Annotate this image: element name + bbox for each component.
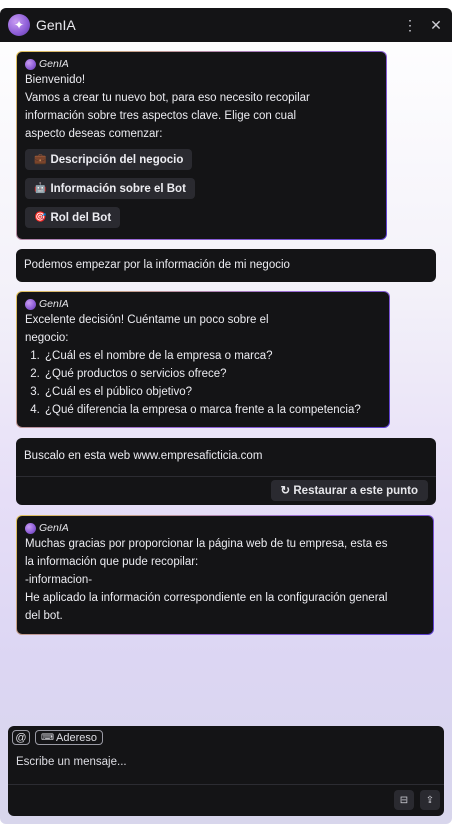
question-list: ¿Cuál es el nombre de la empresa o marca… xyxy=(25,347,381,419)
upload-icon[interactable]: ⇪ xyxy=(420,790,440,810)
message-line: negocio: xyxy=(25,332,69,344)
message-line: -informacion- xyxy=(25,574,93,586)
message-line: Excelente decisión! Cuéntame un poco sob… xyxy=(25,314,269,326)
message-input[interactable]: Escribe un mensaje... xyxy=(16,756,127,768)
briefcase-icon: 💼 xyxy=(34,153,47,165)
kebab-menu-icon[interactable]: ⋮ xyxy=(400,15,420,35)
bot-header: GenIA xyxy=(25,57,378,71)
divider xyxy=(16,476,436,477)
user-message: Podemos empezar por la información de mi… xyxy=(16,249,436,282)
message-text: Buscalo en esta web www.empresaficticia.… xyxy=(24,450,263,462)
option-label: Información sobre el Bot xyxy=(50,182,186,195)
option-bot-info-button[interactable]: 🤖 Información sobre el Bot xyxy=(25,178,195,199)
divider xyxy=(8,784,444,785)
title-bar: ✦ GenIA ⋮ ✕ xyxy=(0,8,452,42)
message-line: información sobre tres aspectos clave. E… xyxy=(25,110,297,122)
message-text: Podemos empezar por la información de mi… xyxy=(24,259,290,271)
message-line: Muchas gracias por proporcionar la págin… xyxy=(25,538,388,550)
app-logo-icon: ✦ xyxy=(8,14,30,36)
message-line: la información que pude recopilar: xyxy=(25,556,199,568)
message-line: del bot. xyxy=(25,610,63,622)
restore-point-button[interactable]: ↻ Restaurar a este punto xyxy=(270,480,428,501)
option-label: Rol del Bot xyxy=(50,211,112,224)
bot-avatar-icon xyxy=(25,522,36,534)
context-tag-label: Adereso xyxy=(56,731,97,744)
close-icon[interactable]: ✕ xyxy=(426,15,446,35)
bot-message: GenIA Muchas gracias por proporcionar la… xyxy=(16,515,434,635)
list-item: ¿Cuál es el público objetivo? xyxy=(43,383,381,401)
mention-button[interactable]: @ xyxy=(12,730,30,745)
message-composer: @ ⌨ Adereso Escribe un mensaje... ⊟ ⇪ xyxy=(8,726,444,816)
message-line: He aplicado la información correspondien… xyxy=(25,592,388,604)
user-message: Buscalo en esta web www.empresaficticia.… xyxy=(16,438,436,505)
option-business-description-button[interactable]: 💼 Descripción del negocio xyxy=(25,149,193,170)
app-title: GenIA xyxy=(36,17,76,33)
bot-header: GenIA xyxy=(25,297,381,311)
bot-header: GenIA xyxy=(25,521,425,535)
bot-avatar-icon xyxy=(25,58,36,70)
bot-message: GenIA Bienvenido! Vamos a crear tu nuevo… xyxy=(16,51,387,240)
context-tag[interactable]: ⌨ Adereso xyxy=(35,730,103,745)
list-item: ¿Qué diferencia la empresa o marca frent… xyxy=(43,401,381,419)
bot-message: GenIA Excelente decisión! Cuéntame un po… xyxy=(16,291,390,428)
message-line: Vamos a crear tu nuevo bot, para eso nec… xyxy=(25,92,310,104)
message-line: aspecto deseas comenzar: xyxy=(25,128,163,140)
option-label: Descripción del negocio xyxy=(50,153,184,166)
keyboard-icon: ⌨ xyxy=(41,732,54,742)
attachment-icon[interactable]: ⊟ xyxy=(394,790,414,810)
list-item: ¿Qué productos o servicios ofrece? xyxy=(43,365,381,383)
robot-icon: 🤖 xyxy=(34,182,47,194)
message-line: Bienvenido! xyxy=(25,74,86,86)
target-icon: 🎯 xyxy=(34,211,47,223)
bot-avatar-icon xyxy=(25,298,36,310)
chat-window: ✦ GenIA ⋮ ✕ GenIA Bienvenido! Vamos a cr… xyxy=(0,8,452,824)
list-item: ¿Cuál es el nombre de la empresa o marca… xyxy=(43,347,381,365)
option-bot-role-button[interactable]: 🎯 Rol del Bot xyxy=(25,207,121,228)
